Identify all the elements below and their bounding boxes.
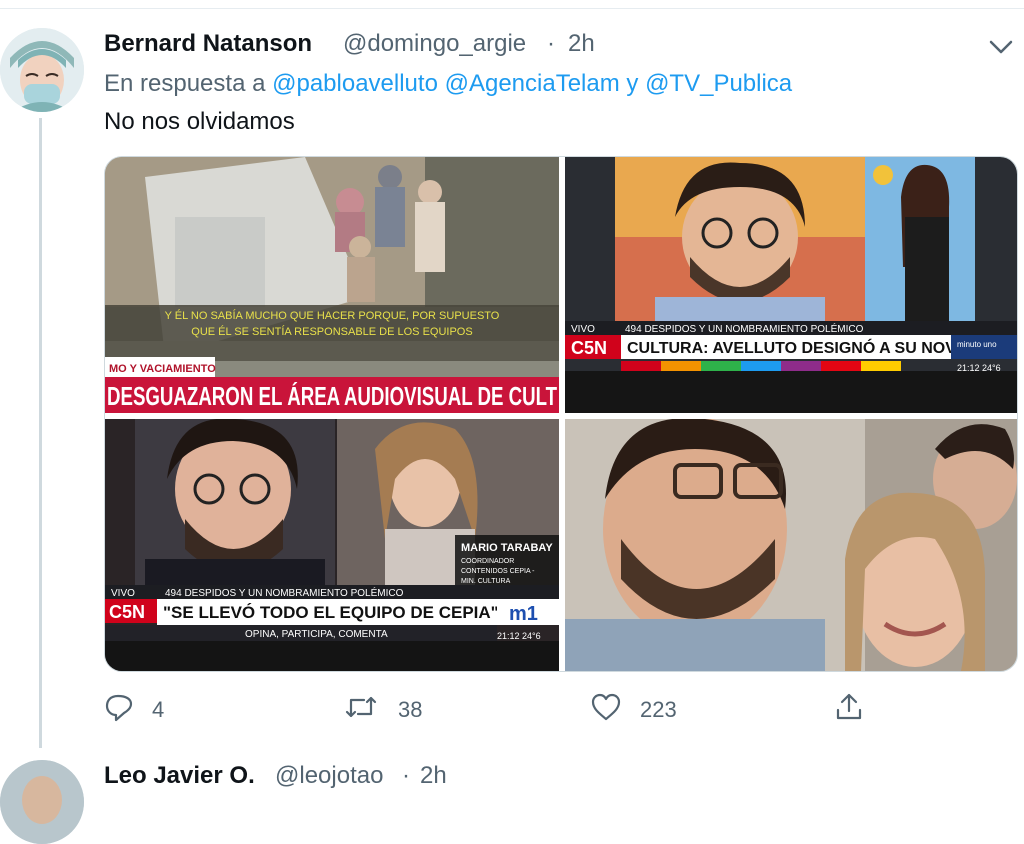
clock-3: 21:12 24°6 (497, 631, 541, 641)
like-count: 223 (640, 697, 677, 722)
corner-label-2: minuto uno (957, 340, 997, 349)
like-icon[interactable] (590, 692, 621, 722)
media-image-2[interactable]: VIVO 494 DESPIDOS Y UN NOMBRAMIENTO POLÉ… (565, 157, 1017, 413)
media-image-1[interactable]: Y ÉL NO SABÍA MUCHO QUE HACER PORQUE, PO… (105, 157, 559, 413)
reply-count: 4 (152, 697, 165, 722)
media-grid[interactable]: Y ÉL NO SABÍA MUCHO QUE HACER PORQUE, PO… (104, 156, 1018, 672)
subtitle-line-1: Y ÉL NO SABÍA MUCHO QUE HACER PORQUE, PO… (165, 309, 500, 322)
thread-line (39, 118, 42, 748)
retweet-icon[interactable] (344, 692, 377, 722)
subtitle-line-2: QUE ÉL SE SENTÍA RESPONSABLE DE LOS EQUI… (191, 325, 472, 338)
mention-agenciatelam[interactable]: @AgenciaTelam (445, 70, 620, 97)
channel-c5n-2: C5N (571, 338, 607, 358)
author-avatar[interactable] (0, 28, 84, 112)
vivo-label-3: VIVO (111, 588, 135, 599)
headline-1: DESGUAZARON EL ÁREA AUDIOVISUAL DE CULT (107, 381, 557, 411)
chevron-down-icon[interactable] (986, 34, 1016, 60)
mention-pabloavelluto[interactable]: @pabloavelluto (272, 70, 438, 97)
footer-3: OPINA, PARTICIPA, COMENTA (245, 629, 388, 640)
headline-2: CULTURA: AVELLUTO DESIGNÓ A SU NOVIA (627, 338, 972, 357)
next-author-avatar[interactable] (0, 760, 84, 844)
reply-context: En respuesta a @pabloavelluto @AgenciaTe… (104, 70, 792, 98)
next-separator: · (402, 762, 410, 789)
header-separator: · (547, 30, 555, 57)
reply-icon[interactable] (104, 692, 134, 722)
top-divider (0, 8, 1024, 9)
media-image-4[interactable] (565, 419, 1017, 671)
channel-c5n-3: C5N (109, 602, 145, 622)
tweet-time[interactable]: 2h (568, 30, 595, 58)
name-tag-3: MARIO TARABAY (461, 542, 553, 554)
topline-2: 494 DESPIDOS Y UN NOMBRAMIENTO POLÉMICO (625, 322, 864, 335)
topline-3: 494 DESPIDOS Y UN NOMBRAMIENTO POLÉMICO (165, 586, 404, 599)
vivo-label-2: VIVO (571, 324, 595, 335)
next-tweet-time[interactable]: 2h (420, 762, 447, 790)
tweet-text: No nos olvidamos (104, 108, 295, 135)
author-handle[interactable]: @domingo_argie (343, 30, 526, 58)
role-line-2: CONTENIDOS CEPIA - (461, 568, 535, 575)
headline-3: "SE LLEVÓ TODO EL EQUIPO DE CEPIA" (163, 603, 499, 622)
mention-tv-publica[interactable]: @TV_Publica (645, 70, 792, 97)
next-author-handle[interactable]: @leojotao (275, 762, 383, 790)
role-line-3: MIN. CULTURA (461, 578, 511, 585)
news-tag: MO Y VACIAMIENTO (109, 363, 216, 375)
m1-logo-3: m1 (509, 603, 538, 625)
reply-and: y (626, 70, 639, 97)
next-author-name[interactable]: Leo Javier O. (104, 762, 255, 790)
retweet-count: 38 (398, 697, 423, 722)
share-icon[interactable] (834, 692, 864, 722)
reply-prefix: En respuesta a (104, 70, 266, 97)
role-line-1: COORDINADOR (461, 558, 514, 565)
media-image-3[interactable]: MARIO TARABAY COORDINADOR CONTENIDOS CEP… (105, 419, 559, 671)
author-name[interactable]: Bernard Natanson (104, 30, 312, 58)
